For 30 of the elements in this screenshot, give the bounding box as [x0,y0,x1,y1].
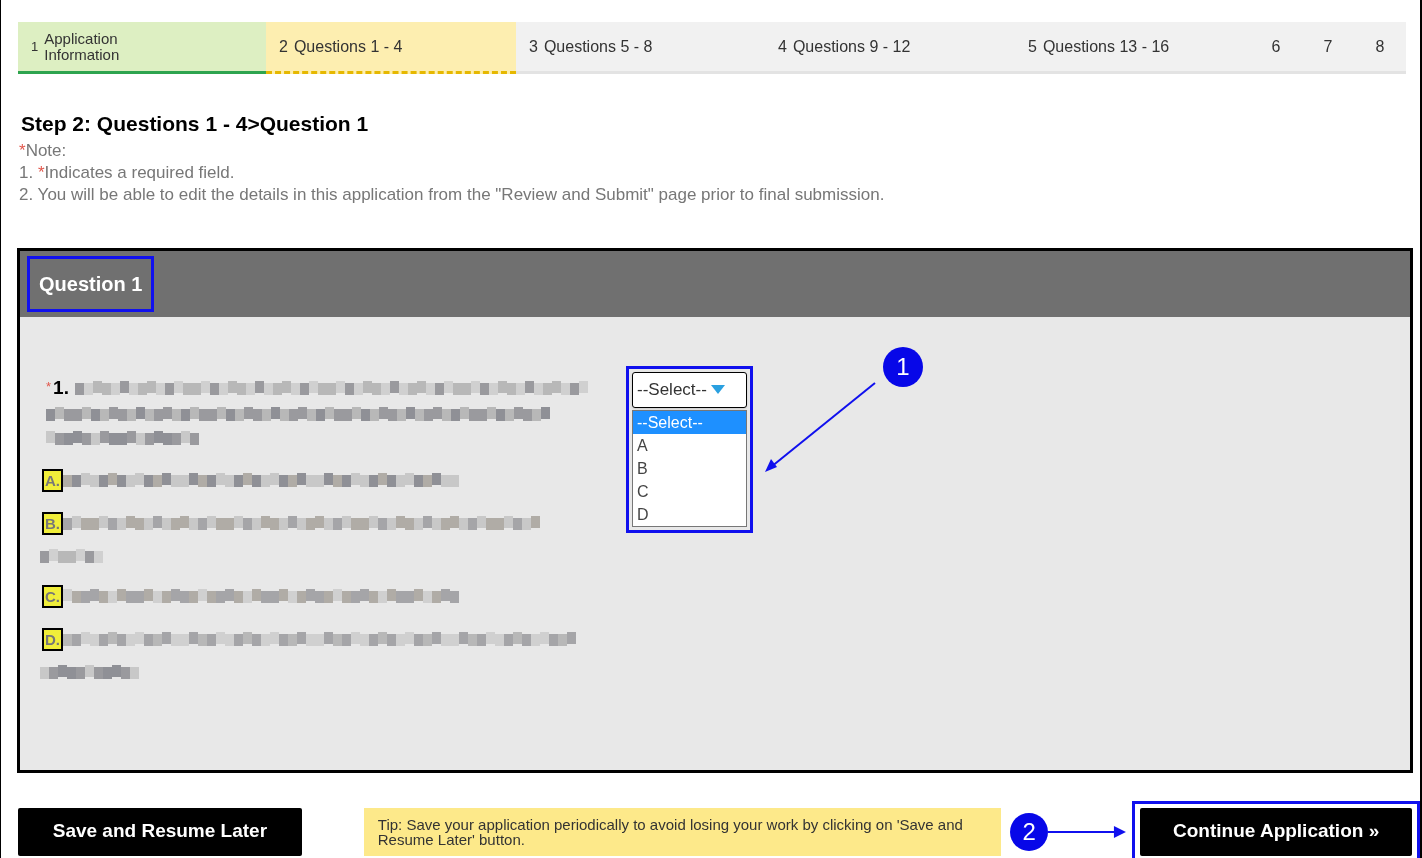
dropdown-option[interactable]: D [633,502,746,526]
caret-icon [710,385,725,394]
continue-button[interactable]: Continue Application » [1140,807,1413,856]
step-tab[interactable]: 8 [1354,22,1406,74]
option-letter: A. [42,468,63,492]
option-letter: D. [42,627,63,651]
page-heading: Step 2: Questions 1 - 4>Question 1 [21,111,370,137]
dropdown-option[interactable]: A [633,433,746,457]
option-letter: C. [42,584,63,608]
callout-badge: 1 [883,346,923,387]
tip-note: Tip: Save your application periodically to avoid losing your work by clicking on 'Save and Resume Later' button. [363,807,1002,856]
step-tab[interactable]: 3 Questions 5 - 8 [516,22,765,74]
step-tab[interactable]: 4 Questions 9 - 12 [765,22,1015,74]
dropdown-option[interactable]: C [633,479,746,503]
callout-badge: 2 [1010,812,1049,851]
required-mark: * [46,377,52,396]
note-title: *Note: [19,139,68,162]
step-tab[interactable]: 7 [1302,22,1354,74]
save-resume-button[interactable]: Save and Resume Later [18,807,302,856]
step-tab[interactable]: 6 [1250,22,1302,74]
note-line: 1. *Indicates a required field. [19,161,236,184]
note-line: 2. You will be able to edit the details in this application from the "Review and Submit" page prior to final submission. [19,183,886,206]
option-letter: B. [42,511,63,535]
arrow-icon [1048,825,1127,838]
step-tab[interactable]: 5 Questions 13 - 16 [1015,22,1250,74]
dropdown-option[interactable]: B [633,456,746,480]
question-number: 1. [53,376,69,399]
step-tab[interactable]: 2 Questions 1 - 4 [266,22,516,74]
select-dropdown[interactable]: --Select-- [632,371,747,408]
panel-title: Question 1 [27,255,155,312]
